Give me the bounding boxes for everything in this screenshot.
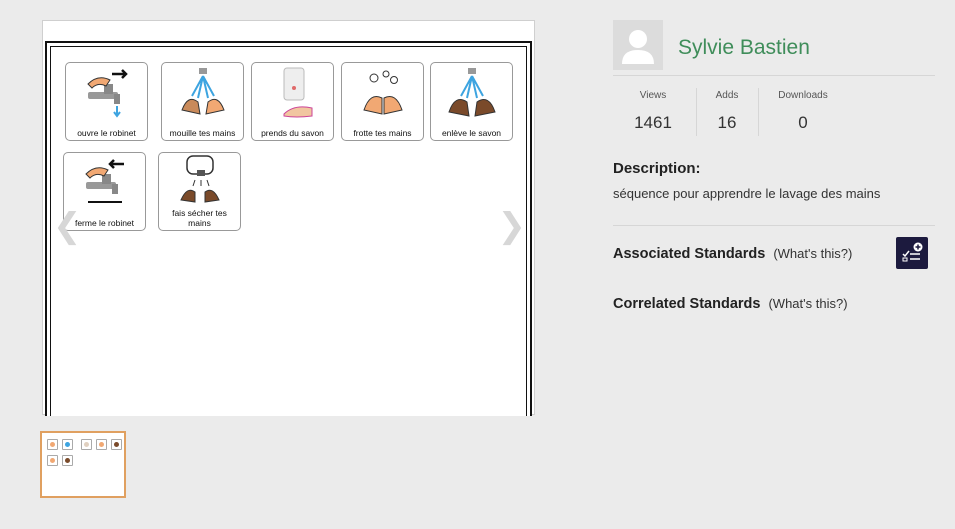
stat-value: 0 (798, 113, 808, 132)
card-label: frotte tes mains (353, 128, 412, 138)
correlated-standards: Correlated Standards (What's this?) (613, 296, 848, 312)
associated-standards: Associated Standards (What's this?) (613, 246, 852, 262)
thumbnail-card (47, 439, 58, 450)
stat-label: Views (639, 90, 667, 101)
divider (613, 225, 935, 226)
stat-views: Views 1461 (622, 90, 684, 133)
chevron-right-icon[interactable]: ❯ (498, 209, 527, 243)
description-text: séquence pour apprendre le lavage des ma… (613, 186, 881, 201)
add-standard-button[interactable] (896, 237, 928, 269)
thumbnail-card (62, 455, 73, 466)
divider (613, 75, 935, 76)
stat-adds: Adds 16 (705, 90, 749, 133)
card-frotte-tes-mains: frotte tes mains (341, 62, 424, 141)
resource-viewer: ouvre le robinet mouille tes mains prend… (42, 20, 535, 416)
divider (696, 88, 697, 136)
card-label: prends du savon (261, 128, 324, 138)
card-label: ouvre le robinet (77, 128, 136, 138)
rinse-hands-icon (448, 68, 496, 117)
card-prends-du-savon: prends du savon (251, 62, 334, 141)
whats-this-link[interactable]: (What's this?) (768, 296, 847, 311)
card-label: enlève le savon (441, 128, 502, 138)
add-standard-icon (902, 242, 923, 262)
stat-value: 16 (717, 113, 737, 132)
stat-value: 1461 (634, 113, 672, 132)
author-name-link[interactable]: Sylvie Bastien (678, 36, 810, 60)
thumbnail-card (96, 439, 107, 450)
tap-close-icon (85, 159, 124, 203)
page-thumbnail[interactable] (40, 431, 126, 498)
hand-dryer-icon (180, 155, 220, 203)
card-mouille-tes-mains: mouille tes mains (161, 62, 244, 141)
chevron-left-icon[interactable]: ❮ (53, 209, 82, 243)
stat-label: Downloads (778, 90, 828, 101)
divider (758, 88, 759, 136)
description-heading: Description: (613, 160, 701, 177)
tap-open-icon (87, 69, 128, 118)
card-fais-secher-tes-mains: fais sécher tes mains (158, 152, 241, 231)
associated-standards-heading: Associated Standards (613, 246, 766, 262)
thumbnail-card (47, 455, 58, 466)
card-label: fais sécher tes mains (172, 208, 227, 228)
soap-dispenser-icon (283, 67, 313, 118)
correlated-standards-heading: Correlated Standards (613, 296, 761, 312)
stat-label: Adds (715, 90, 739, 101)
card-enleve-le-savon: enlève le savon (430, 62, 513, 141)
thumbnail-card (62, 439, 73, 450)
rub-hands-icon (363, 70, 403, 115)
document-page: ouvre le robinet mouille tes mains prend… (45, 41, 532, 416)
thumbnail-card (81, 439, 92, 450)
thumbnail-card (111, 439, 122, 450)
card-ouvre-le-robinet: ouvre le robinet (65, 62, 148, 141)
whats-this-link[interactable]: (What's this?) (773, 246, 852, 261)
wet-hands-icon (181, 68, 225, 115)
stat-downloads: Downloads 0 (773, 90, 833, 133)
user-avatar-icon[interactable] (613, 20, 663, 70)
card-label: mouille tes mains (169, 128, 236, 138)
